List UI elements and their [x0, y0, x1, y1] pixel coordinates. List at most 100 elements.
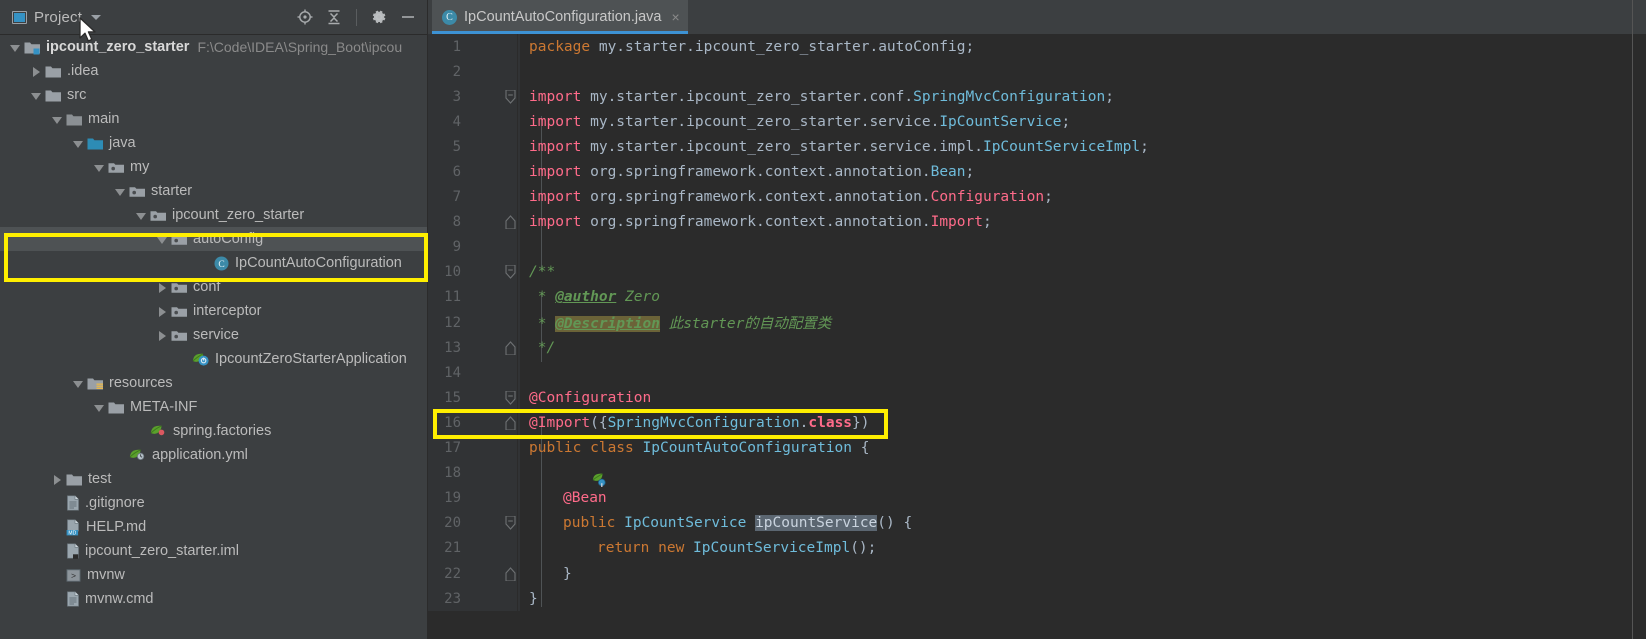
code-line: 9 — [428, 234, 1646, 260]
tree-toggle-expanded-icon[interactable] — [94, 162, 105, 173]
code-token: import — [529, 214, 582, 231]
tree-node-ipcount-zero-starter[interactable]: ipcount_zero_starter — [0, 203, 427, 227]
tree-toggle-expanded-icon[interactable] — [73, 138, 84, 149]
code-line: 19 @Bean — [428, 485, 1646, 535]
tree-toggle-expanded-icon[interactable] — [10, 42, 21, 53]
tree-toggle-collapsed-icon[interactable] — [157, 330, 168, 341]
selected-method-name: ipCountService — [755, 515, 878, 532]
code-token: SpringMvcConfiguration — [913, 88, 1106, 105]
code-token: ; — [982, 214, 992, 231]
tree-toggle-expanded-icon[interactable] — [73, 378, 84, 389]
code-editor[interactable]: 1 package my.starter.ipcount_zero_starte… — [428, 34, 1646, 639]
tree-toggle-collapsed-icon[interactable] — [31, 66, 42, 77]
tree-node-label: autoConfig — [193, 231, 264, 247]
tree-toggle-collapsed-icon[interactable] — [52, 474, 63, 485]
project-file-tree[interactable]: ipcount_zero_starter F:\Code\IDEA\Spring_… — [0, 35, 427, 639]
tree-node-test[interactable]: test — [0, 467, 427, 491]
tree-toggle-collapsed-icon[interactable] — [157, 306, 168, 317]
code-token: 此starter的自动配置类 — [659, 316, 832, 333]
project-tool-window: Project ipcount_zero_starter F:\Code\IDE… — [0, 0, 428, 639]
tree-node-java[interactable]: java — [0, 131, 427, 155]
line-number: 17 — [444, 440, 461, 457]
tree-node-ipcount-zero-starter-iml[interactable]: ipcount_zero_starter.iml — [0, 539, 427, 563]
fold-marker-end-class[interactable] — [502, 410, 518, 435]
tree-node--idea[interactable]: .idea — [0, 59, 427, 83]
code-token: ; — [1140, 138, 1149, 155]
code-token: public — [563, 515, 625, 532]
fold-marker-end-method[interactable] — [502, 561, 518, 586]
tree-node-label: IpcountZeroStarterApplication — [215, 351, 407, 367]
tree-node-label: mvnw.cmd — [85, 591, 154, 607]
project-panel-header: Project — [0, 0, 427, 35]
collapse-all-icon[interactable] — [325, 8, 343, 26]
tree-node-label: application.yml — [152, 447, 248, 463]
java-class-icon: C — [442, 9, 457, 25]
fold-marker-collapse-imports[interactable] — [502, 84, 518, 109]
tree-node-conf[interactable]: conf — [0, 275, 427, 299]
tree-node-interceptor[interactable]: interceptor — [0, 299, 427, 323]
project-panel-title: Project — [34, 8, 83, 26]
tree-node-meta-inf[interactable]: META-INF — [0, 395, 427, 419]
tree-toggle-expanded-icon[interactable] — [136, 210, 147, 221]
line-number: 23 — [444, 590, 461, 607]
tree-toggle-expanded-icon[interactable] — [115, 186, 126, 197]
line-number: 21 — [444, 540, 461, 557]
code-token: Zero — [616, 289, 660, 306]
fold-marker-end-javadoc[interactable] — [502, 335, 518, 360]
tree-node-ipcountautoconfiguration[interactable]: C IpCountAutoConfiguration — [0, 251, 427, 275]
code-line: 12 * @Description 此starter的自动配置类 — [428, 310, 1646, 336]
gear-icon[interactable] — [370, 8, 388, 26]
package-icon — [171, 328, 188, 343]
tree-node-resources[interactable]: resources — [0, 371, 427, 395]
iml-file-icon — [66, 542, 80, 560]
code-token: my.starter.ipcount_zero_starter.conf. — [581, 88, 914, 105]
line-number: 8 — [452, 214, 461, 231]
tree-node-ipcountzerostarterapplication[interactable]: IpcountZeroStarterApplication — [0, 347, 427, 371]
svg-text:>: > — [71, 571, 76, 581]
tree-node--gitignore[interactable]: .gitignore — [0, 491, 427, 515]
tree-toggle-expanded-icon[interactable] — [52, 114, 63, 125]
tree-node-spring-factories[interactable]: spring.factories — [0, 419, 427, 443]
code-line: 15 @Configuration — [428, 385, 1646, 411]
tree-node-label: ipcount_zero_starter.iml — [85, 543, 239, 559]
tree-node-mvnw[interactable]: > mvnw — [0, 563, 427, 587]
line-number: 6 — [452, 164, 461, 181]
tree-toggle-collapsed-icon[interactable] — [157, 282, 168, 293]
tree-node-ipcount-zero-starter[interactable]: ipcount_zero_starter F:\Code\IDEA\Spring_… — [0, 35, 427, 59]
tree-node-help-md[interactable]: MD HELP.md — [0, 515, 427, 539]
code-token: import — [529, 138, 582, 155]
line-number: 14 — [444, 364, 461, 381]
tree-toggle-expanded-icon[interactable] — [157, 234, 168, 245]
fold-marker-collapse-javadoc[interactable] — [502, 260, 518, 285]
code-token: Import — [930, 214, 983, 231]
fold-marker-collapse-class[interactable] — [502, 385, 518, 410]
annotation-configuration: @Configuration — [529, 389, 652, 406]
javadoc-author-tag: @author — [555, 289, 617, 306]
code-line: 20 public IpCountService ipCountService(… — [428, 510, 1646, 536]
line-number: 15 — [444, 389, 461, 406]
tree-node-starter[interactable]: starter — [0, 179, 427, 203]
tab-ipcountautoconfiguration-java[interactable]: C IpCountAutoConfiguration.java × — [432, 0, 688, 34]
code-token: org.springframework.context.annotation. — [581, 164, 931, 181]
source-root-icon — [87, 136, 104, 151]
fold-marker-end-imports[interactable] — [502, 210, 518, 235]
minimize-icon[interactable] — [399, 8, 417, 26]
tree-node-mvnw-cmd[interactable]: mvnw.cmd — [0, 587, 427, 611]
tree-toggle-expanded-icon[interactable] — [31, 90, 42, 101]
tree-toggle-expanded-icon[interactable] — [94, 402, 105, 413]
code-line: 6 import org.springframework.context.ann… — [428, 159, 1646, 185]
tree-node-service[interactable]: service — [0, 323, 427, 347]
close-icon[interactable]: × — [672, 9, 680, 25]
package-icon — [150, 208, 167, 223]
tree-node-application-yml[interactable]: application.yml — [0, 443, 427, 467]
tree-node-src[interactable]: src — [0, 83, 427, 107]
fold-marker-collapse-method[interactable] — [502, 511, 518, 536]
tree-node-autoconfig[interactable]: autoConfig — [0, 227, 427, 251]
code-token: import — [529, 88, 582, 105]
tree-node-main[interactable]: main — [0, 107, 427, 131]
tree-node-my[interactable]: my — [0, 155, 427, 179]
locate-icon[interactable] — [296, 8, 314, 26]
